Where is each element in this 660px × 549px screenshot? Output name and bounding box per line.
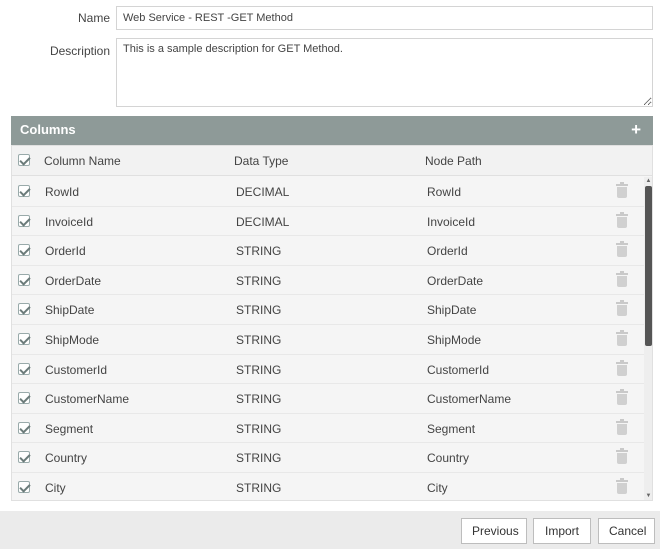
delete-row-icon[interactable]	[616, 241, 628, 258]
delete-row-icon[interactable]	[616, 300, 628, 317]
row-data-type: STRING	[236, 244, 282, 259]
row-node-path: Country	[427, 451, 470, 466]
row-column-name: Segment	[45, 421, 94, 436]
row-node-path: ShipDate	[427, 303, 477, 318]
row-data-type: STRING	[236, 480, 282, 495]
scroll-up-arrow-icon[interactable]: ▲	[644, 177, 652, 185]
row-data-type: STRING	[236, 273, 282, 288]
table-row: ShipMode STRING ShipMode	[12, 324, 644, 355]
column-name-header: Column Name	[44, 154, 121, 168]
table-row: OrderDate STRING OrderDate	[12, 265, 644, 296]
row-node-path: CustomerId	[427, 362, 490, 377]
row-node-path: OrderDate	[427, 273, 484, 288]
row-node-path: City	[427, 480, 448, 495]
row-checkbox[interactable]	[18, 362, 30, 375]
row-data-type: STRING	[236, 451, 282, 466]
row-column-name: RowId	[45, 185, 80, 199]
data-type-header: Data Type	[234, 154, 289, 168]
table-row: OrderId STRING OrderId	[12, 236, 644, 266]
row-data-type: STRING	[236, 303, 282, 318]
cancel-button[interactable]: Cancel	[598, 518, 655, 544]
row-checkbox[interactable]	[18, 392, 30, 405]
row-column-name: CustomerName	[45, 392, 130, 407]
row-data-type: DECIMAL	[236, 185, 290, 199]
row-column-name: OrderDate	[45, 273, 102, 288]
delete-row-icon[interactable]	[616, 211, 628, 228]
delete-row-icon[interactable]	[616, 270, 628, 287]
row-data-type: STRING	[236, 392, 282, 407]
row-node-path: RowId	[427, 185, 462, 199]
row-checkbox[interactable]	[18, 244, 30, 257]
description-textarea[interactable]: This is a sample description for GET Met…	[116, 38, 653, 107]
row-node-path: OrderId	[427, 244, 468, 259]
delete-row-icon[interactable]	[616, 389, 628, 406]
row-node-path: InvoiceId	[427, 214, 476, 229]
delete-row-icon[interactable]	[616, 477, 628, 494]
table-row: InvoiceId DECIMAL InvoiceId	[12, 206, 644, 237]
row-column-name: City	[45, 480, 66, 495]
delete-row-icon[interactable]	[616, 418, 628, 435]
row-checkbox[interactable]	[18, 273, 30, 286]
node-path-header: Node Path	[425, 154, 482, 168]
row-column-name: OrderId	[45, 244, 86, 259]
row-checkbox[interactable]	[18, 421, 30, 434]
import-button[interactable]: Import	[533, 518, 591, 544]
table-body: RowId DECIMAL RowId InvoiceId DECIMAL Invoice…	[12, 177, 644, 500]
name-label: Name	[77, 11, 110, 25]
row-node-path: ShipMode	[427, 332, 482, 347]
table-row: RowId DECIMAL RowId	[12, 177, 644, 207]
row-data-type: STRING	[236, 332, 282, 347]
delete-row-icon[interactable]	[616, 359, 628, 376]
columns-panel-header: Columns +	[11, 116, 653, 145]
columns-table: Column Name Data Type Node Path RowId DEC…	[11, 145, 653, 501]
columns-panel-title: Columns	[20, 122, 76, 137]
row-checkbox[interactable]	[18, 451, 30, 464]
previous-button[interactable]: Previous	[461, 518, 527, 544]
row-data-type: STRING	[236, 421, 282, 436]
row-checkbox[interactable]	[18, 185, 30, 197]
row-column-name: Country	[45, 451, 88, 466]
delete-row-icon[interactable]	[616, 182, 628, 198]
delete-row-icon[interactable]	[616, 329, 628, 346]
row-checkbox[interactable]	[18, 214, 30, 227]
table-scrollbar[interactable]: ▲ ▼	[644, 177, 652, 500]
scroll-thumb[interactable]	[645, 186, 652, 346]
row-node-path: Segment	[427, 421, 476, 436]
row-column-name: CustomerId	[45, 362, 108, 377]
add-column-icon[interactable]: +	[631, 120, 641, 140]
select-all-checkbox[interactable]	[18, 154, 30, 166]
row-checkbox[interactable]	[18, 303, 30, 316]
name-input[interactable]	[116, 6, 653, 30]
table-header: Column Name Data Type Node Path	[12, 146, 652, 176]
row-node-path: CustomerName	[427, 392, 512, 407]
row-data-type: STRING	[236, 362, 282, 377]
table-row: Country STRING Country	[12, 443, 644, 473]
delete-row-icon[interactable]	[616, 448, 628, 465]
table-row: Segment STRING Segment	[12, 413, 644, 444]
description-label: Description	[49, 44, 110, 58]
row-column-name: ShipDate	[45, 303, 95, 318]
row-data-type: DECIMAL	[236, 214, 290, 229]
table-row: CustomerId STRING CustomerId	[12, 354, 644, 385]
row-column-name: InvoiceId	[45, 214, 94, 229]
table-row: ShipDate STRING ShipDate	[12, 295, 644, 325]
table-row: City STRING City	[12, 472, 644, 500]
dialog-footer: Previous Import Cancel	[0, 511, 660, 549]
row-column-name: ShipMode	[45, 332, 100, 347]
scroll-down-arrow-icon[interactable]: ▼	[644, 492, 652, 500]
row-checkbox[interactable]	[18, 480, 30, 493]
row-checkbox[interactable]	[18, 332, 30, 345]
table-row: CustomerName STRING CustomerName	[12, 384, 644, 414]
